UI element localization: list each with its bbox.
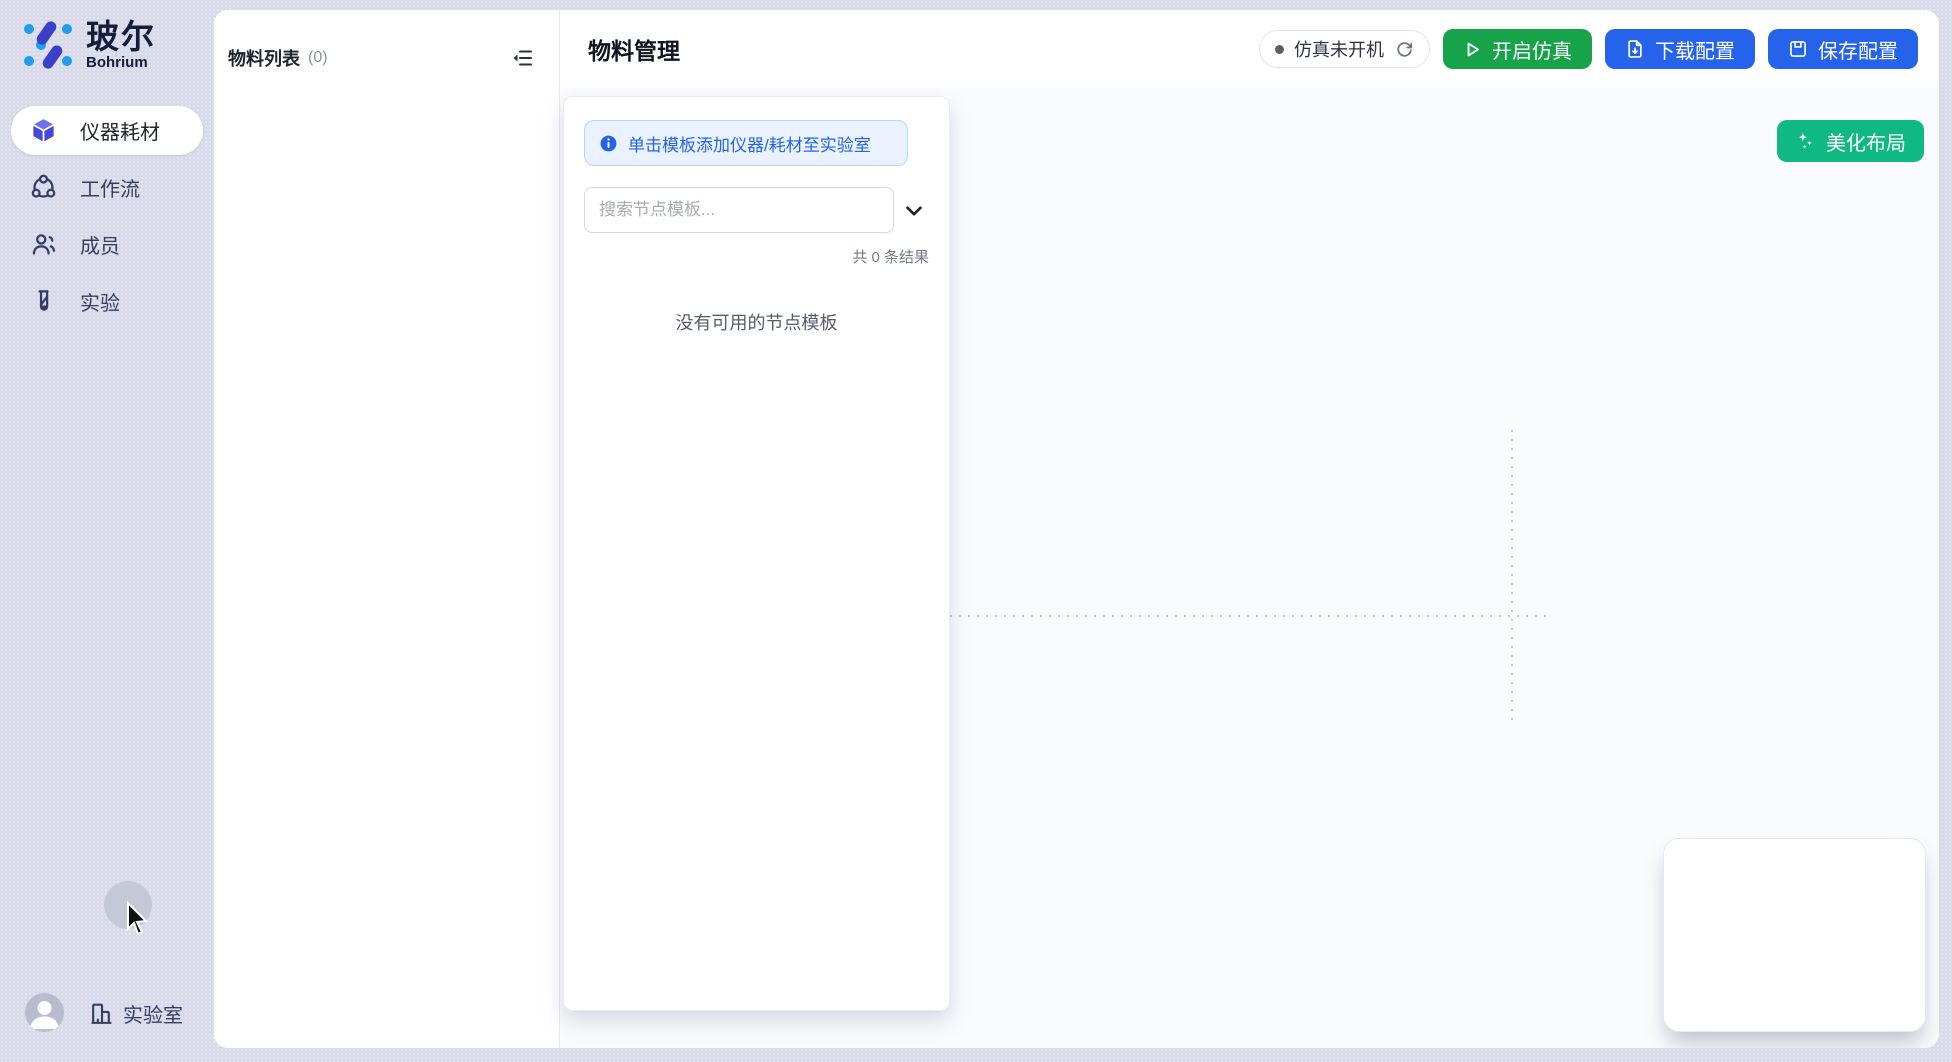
canvas-guide-vertical — [1511, 430, 1513, 720]
main-area: 物料管理 仿真未开机 开启仿真 — [560, 10, 1939, 1048]
chevron-down-icon[interactable] — [900, 197, 928, 225]
sparkles-icon — [1795, 131, 1816, 152]
material-list-title: 物料列表 — [228, 45, 300, 71]
canvas-guide-horizontal — [950, 615, 1550, 617]
start-simulation-button[interactable]: 开启仿真 — [1443, 29, 1592, 69]
node-template-palette: 单击模板添加仪器/耗材至实验室 共 0 条结果 没有可用的节点模板 — [563, 96, 950, 1011]
play-icon — [1463, 40, 1482, 59]
simulation-status-pill: 仿真未开机 — [1259, 30, 1430, 68]
empty-state-text: 没有可用的节点模板 — [564, 309, 949, 335]
content-card: 物料列表 (0) 物料管理 仿真未开机 — [214, 10, 1939, 1048]
sidebar-item-workflow[interactable]: 工作流 — [11, 163, 203, 212]
sidebar-nav: 仪器耗材 工作流 成员 — [11, 106, 203, 334]
download-config-button[interactable]: 下载配置 — [1605, 29, 1755, 69]
hint-text: 单击模板添加仪器/耗材至实验室 — [628, 131, 871, 156]
refresh-icon[interactable] — [1394, 39, 1414, 59]
flow-canvas[interactable]: 美化布局 单击模板添加仪器/耗材至实验室 共 — [560, 88, 1939, 1048]
info-icon — [599, 134, 618, 153]
hint-banner: 单击模板添加仪器/耗材至实验室 — [584, 120, 908, 166]
material-list-panel: 物料列表 (0) — [214, 10, 560, 1048]
main-header: 物料管理 仿真未开机 开启仿真 — [560, 10, 1939, 88]
save-icon — [1788, 39, 1808, 59]
result-count: 共 0 条结果 — [852, 246, 929, 267]
collapse-panel-button[interactable] — [509, 44, 537, 72]
brand-name: 玻尔 — [86, 20, 156, 54]
sidebar-item-label: 成员 — [80, 230, 120, 259]
sidebar-item-members[interactable]: 成员 — [11, 220, 203, 269]
sidebar-item-label: 仪器耗材 — [80, 116, 160, 145]
workflow-icon — [30, 174, 57, 201]
simulation-status-text: 仿真未开机 — [1294, 36, 1384, 62]
file-download-icon — [1625, 39, 1645, 59]
cube-icon — [30, 117, 57, 144]
workspace-switcher[interactable]: 实验室 — [89, 999, 183, 1028]
sidebar-item-instruments[interactable]: 仪器耗材 — [11, 106, 203, 155]
sidebar: 玻尔 Bohrium 仪器耗材 — [0, 0, 214, 1062]
test-tube-icon — [30, 288, 57, 315]
brand-logo: 玻尔 Bohrium — [20, 16, 156, 74]
bohrium-logo-icon — [20, 16, 78, 74]
sidebar-item-label: 实验 — [80, 287, 120, 316]
sidebar-item-label: 工作流 — [80, 173, 140, 202]
page-title: 物料管理 — [588, 32, 680, 66]
sidebar-item-experiments[interactable]: 实验 — [11, 277, 203, 326]
brand-subtitle: Bohrium — [86, 54, 156, 71]
material-list-count: (0) — [308, 49, 328, 67]
avatar[interactable] — [25, 993, 64, 1032]
save-config-button[interactable]: 保存配置 — [1768, 29, 1918, 69]
minimap-panel[interactable] — [1663, 838, 1926, 1032]
status-dot-icon — [1275, 45, 1284, 54]
beautify-layout-button[interactable]: 美化布局 — [1777, 120, 1924, 162]
template-search-input[interactable] — [584, 187, 894, 233]
building-icon — [89, 1001, 114, 1026]
workspace-label: 实验室 — [123, 999, 183, 1028]
sidebar-footer: 实验室 — [25, 993, 205, 1033]
members-icon — [30, 231, 57, 258]
mouse-cursor — [122, 900, 150, 940]
